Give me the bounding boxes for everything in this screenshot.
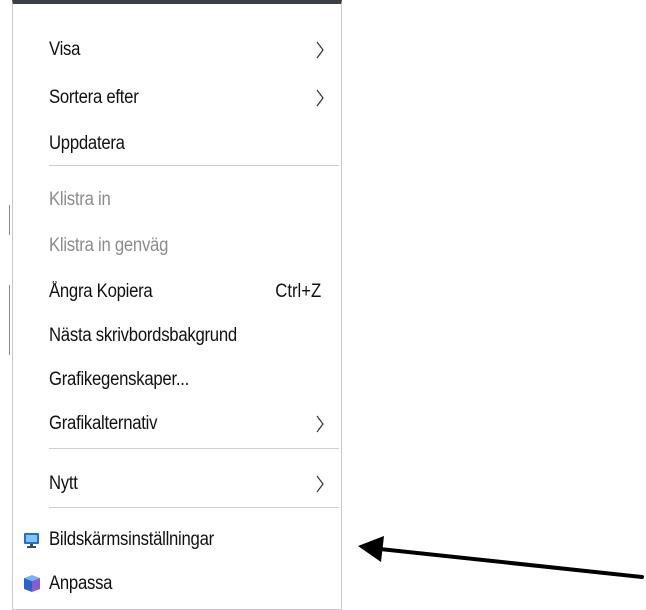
screenshot-stage: Visa Sortera efter Uppdatera Klistra in …: [0, 0, 646, 610]
annotation-arrow: [358, 536, 644, 579]
